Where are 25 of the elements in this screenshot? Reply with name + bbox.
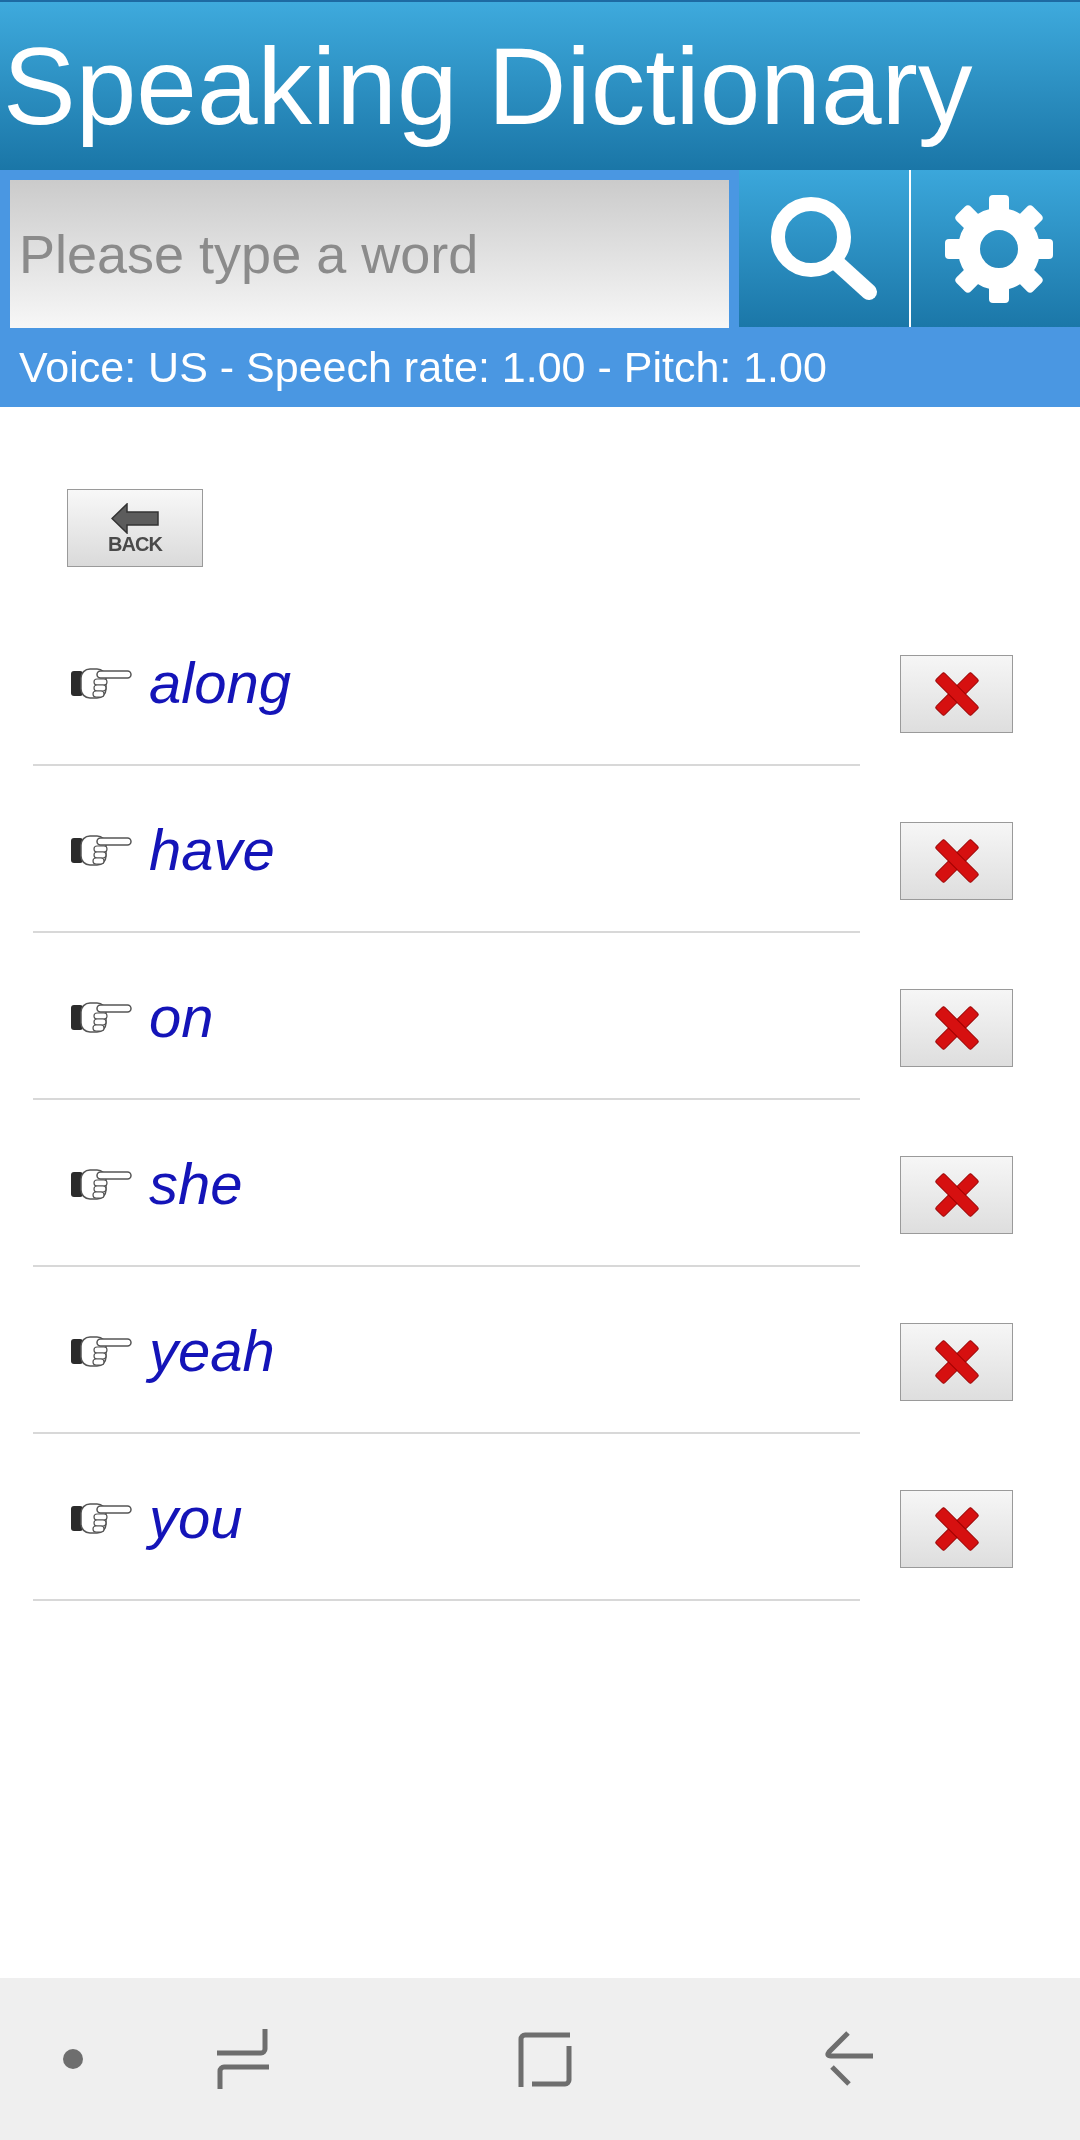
word-entry[interactable]: on [145, 977, 218, 1054]
delete-button[interactable] [900, 1156, 1013, 1234]
settings-button[interactable] [909, 170, 1080, 327]
left-arrow-icon [111, 502, 159, 534]
word-entry[interactable]: have [145, 810, 279, 887]
delete-button[interactable] [900, 1490, 1013, 1568]
app-title: Speaking Dictionary [2, 23, 974, 149]
word-entry[interactable]: yeah [145, 1311, 279, 1388]
home-icon[interactable] [518, 2031, 572, 2087]
search-icon [769, 195, 879, 302]
word-entry[interactable]: she [145, 1144, 247, 1221]
voice-settings-status: Voice: US - Speech rate: 1.00 - Pitch: 1.00 [0, 328, 1080, 407]
back-icon[interactable] [823, 2031, 873, 2087]
settings-icon [942, 192, 1055, 305]
recent-apps-icon[interactable] [217, 2029, 269, 2089]
delete-button[interactable] [900, 822, 1013, 900]
dot-icon[interactable] [63, 2049, 83, 2069]
back-button[interactable]: BACK [67, 489, 203, 567]
word-entry[interactable]: along [145, 643, 295, 720]
delete-button[interactable] [900, 655, 1013, 733]
word-entry[interactable]: you [145, 1478, 247, 1555]
delete-button[interactable] [900, 1323, 1013, 1401]
delete-button[interactable] [900, 989, 1013, 1067]
search-field[interactable]: Please type a word [10, 180, 729, 328]
search-button[interactable] [739, 170, 909, 327]
